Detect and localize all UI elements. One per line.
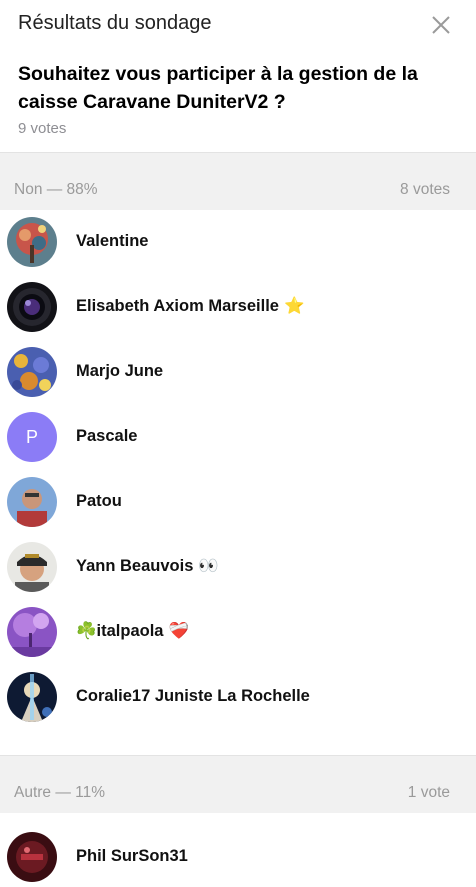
star-emoji: ⭐ (283, 297, 305, 315)
avatar (7, 542, 57, 592)
avatar (7, 217, 57, 267)
option-label: Autre — 11% (14, 784, 106, 801)
voter-row[interactable]: ☘️italpaola ❤️‍🩹 (0, 600, 476, 665)
voter-name: Marjo June (76, 362, 164, 380)
voter-row[interactable]: Elisabeth Axiom Marseille ⭐ (0, 275, 476, 340)
voter-row[interactable]: Coralie17 Juniste La Rochelle (0, 665, 476, 730)
dialog-title: Résultats du sondage (18, 12, 212, 34)
eyes-emoji: 👀 (198, 557, 219, 575)
voter-name: Patou (76, 492, 122, 510)
voter-row[interactable]: Marjo June (0, 340, 476, 405)
avatar (7, 347, 57, 397)
avatar (7, 282, 57, 332)
option-header-non: Non — 88% 8 votes (0, 152, 476, 210)
avatar (7, 607, 57, 657)
voter-row[interactable]: Patou (0, 470, 476, 535)
mending-heart-emoji: ❤️‍🩹 (168, 622, 190, 640)
voter-name: Phil SurSon31 (76, 847, 188, 865)
option-label: Non — 88% (14, 181, 98, 198)
avatar: P (7, 412, 57, 462)
voter-name: Elisabeth Axiom Marseille ⭐ (76, 297, 305, 315)
shamrock-emoji: ☘️italpaola (76, 622, 164, 640)
voter-name: ☘️italpaola ❤️‍🩹 (76, 622, 189, 641)
poll-question: Souhaitez vous participer à la gestion d… (18, 63, 418, 113)
option-vote-count: 8 votes (400, 181, 450, 198)
poll-results-header: Résultats du sondage Souhaitez vous part… (0, 0, 476, 152)
voter-list-autre: Phil SurSon31 (0, 825, 476, 887)
avatar (7, 477, 57, 527)
total-votes: 9 votes (18, 120, 67, 137)
close-icon[interactable] (429, 13, 453, 37)
voter-name: Yann Beauvois 👀 (76, 557, 219, 575)
voter-name: Valentine (76, 232, 149, 250)
voter-row[interactable]: Valentine (0, 210, 476, 275)
avatar-initial: P (25, 427, 38, 447)
voter-list-non: Valentine Elisabeth Axiom Marseille ⭐ Ma… (0, 210, 476, 730)
voter-row[interactable]: P Pascale (0, 405, 476, 470)
voter-row[interactable]: Yann Beauvois 👀 (0, 535, 476, 600)
option-header-autre: Autre — 11% 1 vote (0, 755, 476, 813)
voter-name: Pascale (76, 427, 138, 445)
voter-name: Coralie17 Juniste La Rochelle (76, 687, 310, 705)
avatar (7, 832, 57, 882)
option-vote-count: 1 vote (407, 784, 450, 801)
avatar (7, 672, 57, 722)
voter-row[interactable]: Phil SurSon31 (0, 825, 476, 887)
